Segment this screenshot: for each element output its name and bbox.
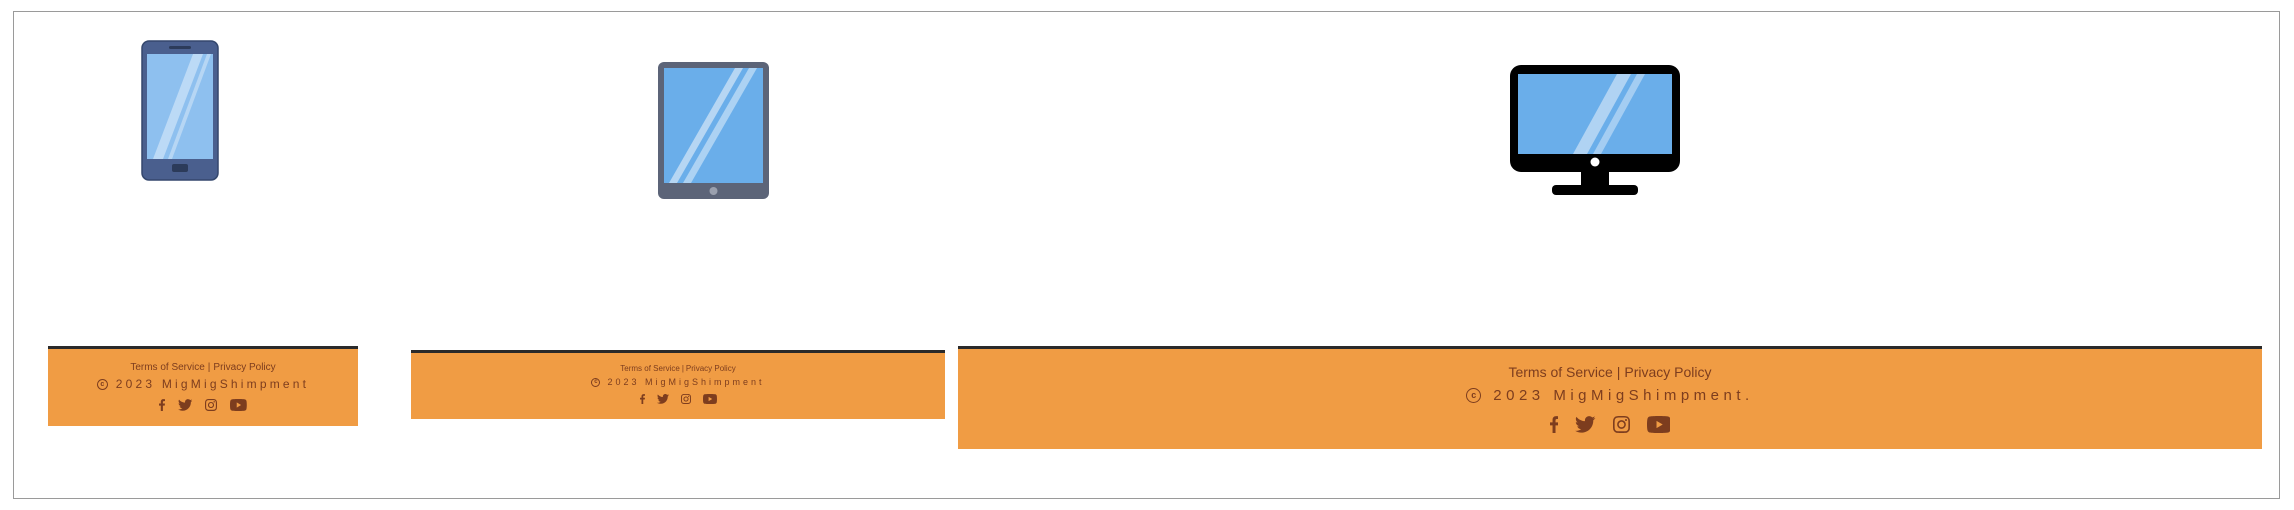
- footer-phone: Terms of Service | Privacy Policy c 2023…: [48, 346, 358, 426]
- legal-links: Terms of Service | Privacy Policy: [1508, 364, 1711, 380]
- copyright-line: c 2023 MigMigShimpment.: [1466, 387, 1753, 404]
- social-links: [1549, 416, 1671, 433]
- instagram-icon[interactable]: [1612, 416, 1630, 433]
- instagram-icon[interactable]: [680, 394, 691, 404]
- facebook-icon[interactable]: [1549, 416, 1559, 433]
- copyright-line: c 2023 MigMigShimpment: [96, 377, 310, 391]
- instagram-icon[interactable]: [205, 399, 218, 411]
- privacy-link[interactable]: Privacy Policy: [1624, 364, 1711, 380]
- copyright-icon: c: [96, 378, 108, 390]
- copyright-icon: c: [1466, 388, 1482, 403]
- tablet-icon: [657, 61, 770, 200]
- copyright-text: 2023 MigMigShimpment: [607, 377, 765, 387]
- facebook-icon[interactable]: [158, 399, 165, 411]
- footer-desktop: Terms of Service | Privacy Policy c 2023…: [958, 346, 2262, 449]
- youtube-icon[interactable]: [1646, 416, 1671, 433]
- copyright-line: c 2023 MigMigShimpment: [591, 377, 764, 387]
- legal-links: Terms of Service | Privacy Policy: [620, 364, 735, 373]
- copyright-icon: c: [591, 377, 601, 387]
- youtube-icon[interactable]: [702, 394, 717, 404]
- social-links: [639, 394, 717, 404]
- copyright-text: 2023 MigMigShimpment: [115, 377, 310, 391]
- twitter-icon[interactable]: [1575, 416, 1596, 433]
- facebook-icon[interactable]: [639, 394, 645, 404]
- twitter-icon[interactable]: [177, 399, 193, 411]
- terms-link[interactable]: Terms of Service: [1508, 364, 1612, 380]
- copyright-text: 2023 MigMigShimpment.: [1493, 387, 1754, 404]
- youtube-icon[interactable]: [230, 399, 248, 411]
- twitter-icon[interactable]: [656, 394, 669, 404]
- link-separator: |: [1616, 364, 1621, 380]
- footer-tablet: Terms of Service | Privacy Policy c 2023…: [411, 350, 945, 419]
- privacy-link[interactable]: Privacy Policy: [213, 362, 275, 373]
- desktop-monitor-icon: [1509, 64, 1681, 196]
- legal-links: Terms of Service | Privacy Policy: [130, 362, 275, 373]
- privacy-link[interactable]: Privacy Policy: [686, 364, 736, 373]
- social-links: [158, 399, 248, 411]
- smartphone-icon: [141, 40, 219, 181]
- terms-link[interactable]: Terms of Service: [130, 362, 204, 373]
- link-separator: |: [681, 364, 684, 373]
- link-separator: |: [207, 362, 211, 373]
- terms-link[interactable]: Terms of Service: [620, 364, 680, 373]
